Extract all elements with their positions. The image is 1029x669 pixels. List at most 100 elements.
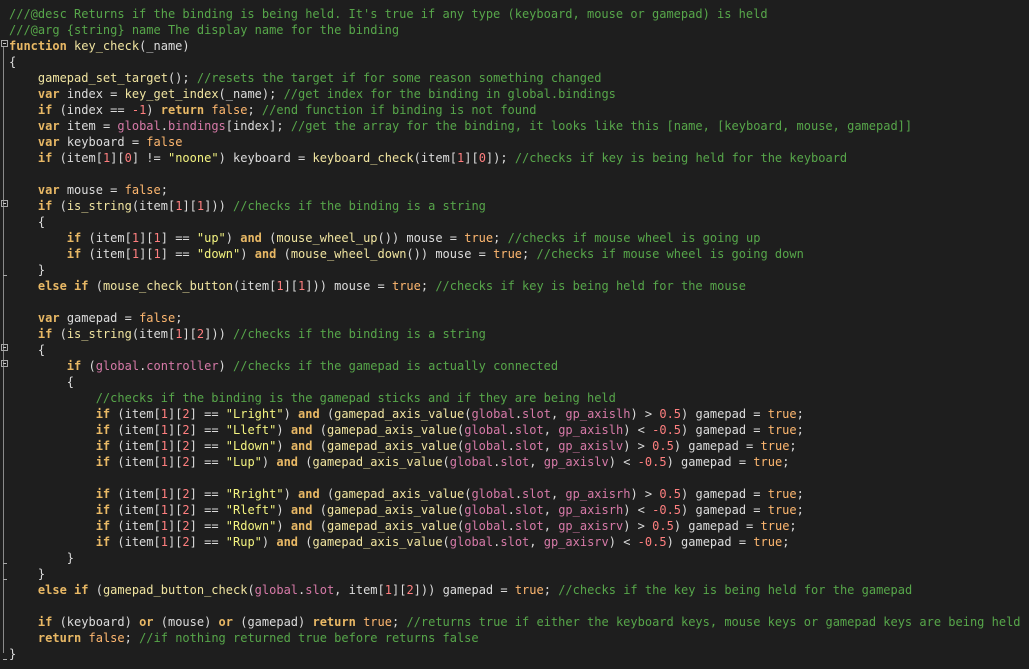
code-token: and — [276, 455, 299, 469]
code-token: (item[ — [110, 519, 161, 533]
code-token: false — [139, 311, 176, 325]
code-token: gamepad_axis_value — [326, 519, 457, 533]
code-token: ( — [52, 327, 67, 341]
code-line[interactable]: if (item[1][2] == "Rright") and (gamepad… — [9, 486, 1029, 502]
code-line[interactable] — [9, 294, 1029, 310]
code-token: if — [95, 519, 111, 533]
code-token: } — [9, 551, 75, 565]
code-line[interactable]: if (keyboard) or (mouse) or (gamepad) re… — [9, 614, 1029, 630]
code-token: ) > — [630, 407, 660, 421]
code-editor[interactable]: ///@desc Returns if the binding is being… — [0, 0, 1029, 669]
code-token: ] == — [189, 423, 226, 437]
code-line[interactable]: } — [9, 566, 1029, 582]
code-token: gp_axislv — [543, 455, 609, 469]
code-token: { — [9, 375, 75, 389]
code-line[interactable]: { — [9, 342, 1029, 358]
code-line[interactable]: } — [9, 550, 1029, 566]
code-token: -0.5 — [652, 503, 682, 517]
code-line[interactable]: if (item[1][1] == "up") and (mouse_wheel… — [9, 230, 1029, 246]
code-line[interactable]: } — [9, 262, 1029, 278]
code-token: ()) mouse = — [377, 231, 465, 245]
code-line[interactable]: ///@desc Returns if the binding is being… — [9, 6, 1029, 22]
code-token: (item[ — [110, 503, 161, 517]
code-line[interactable] — [9, 470, 1029, 486]
code-token: gp_axisrv — [558, 519, 624, 533]
code-line[interactable]: { — [9, 374, 1029, 390]
code-line[interactable]: return false; //if nothing returned true… — [9, 630, 1029, 646]
code-token: ][ — [139, 231, 154, 245]
code-token: 1 — [384, 583, 392, 597]
code-line[interactable]: ///@arg {string} name The display name f… — [9, 22, 1029, 38]
code-token: ) gamepad = — [681, 407, 768, 421]
code-line[interactable]: } — [9, 646, 1029, 662]
code-line[interactable]: if (is_string(item[1][1])) //checks if t… — [9, 198, 1029, 214]
code-line[interactable]: else if (mouse_check_button(item[1][1]))… — [9, 278, 1029, 294]
code-token: //get index for the binding in global.bi… — [283, 87, 616, 101]
code-line[interactable]: if (global.controller) //checks if the g… — [9, 358, 1029, 374]
code-lines[interactable]: ///@desc Returns if the binding is being… — [9, 6, 1029, 662]
code-token: slot — [500, 535, 530, 549]
code-line[interactable]: var mouse = false; — [9, 182, 1029, 198]
code-line[interactable]: if (item[1][2] == "Rup") and (gamepad_ax… — [9, 534, 1029, 550]
code-line[interactable]: { — [9, 54, 1029, 70]
code-token: ] == — [189, 407, 226, 421]
code-token: ; — [789, 439, 797, 453]
code-line[interactable]: var keyboard = false — [9, 134, 1029, 150]
code-token: (keyboard) — [52, 615, 140, 629]
code-token: . — [507, 503, 515, 517]
code-token: //returns true if either the keyboard ke… — [406, 615, 1021, 629]
code-token: . — [507, 423, 515, 437]
code-line[interactable]: { — [9, 214, 1029, 230]
code-token: ; — [782, 535, 790, 549]
fold-gutter — [0, 0, 9, 669]
code-line[interactable]: if (item[1][1] == "down") and (mouse_whe… — [9, 246, 1029, 262]
code-line[interactable]: //checks if the binding is the gamepad s… — [9, 390, 1029, 406]
code-line[interactable]: var gamepad = false; — [9, 310, 1029, 326]
code-line[interactable] — [9, 598, 1029, 614]
code-token: ) — [283, 407, 299, 421]
code-token: gamepad_axis_value — [326, 423, 457, 437]
code-token: ( — [312, 423, 327, 437]
code-line[interactable]: if (item[1][0] != "noone") keyboard = ke… — [9, 150, 1029, 166]
code-line[interactable]: var item = global.bindings[index]; //get… — [9, 118, 1029, 134]
code-line[interactable]: if (item[1][2] == "Rleft") and (gamepad_… — [9, 502, 1029, 518]
code-line[interactable]: if (item[1][2] == "Lright") and (gamepad… — [9, 406, 1029, 422]
code-line[interactable]: else if (gamepad_button_check(global.slo… — [9, 582, 1029, 598]
code-token: ] == — [189, 535, 226, 549]
code-token: ) — [261, 535, 277, 549]
fold-toggle-gamepad-block-icon[interactable] — [1, 344, 8, 351]
code-token: global — [464, 519, 508, 533]
code-line[interactable]: if (item[1][2] == "Lleft") and (gamepad_… — [9, 422, 1029, 438]
fold-toggle-function-icon[interactable] — [1, 40, 8, 47]
code-token: ; — [796, 503, 804, 517]
code-token: and — [298, 407, 320, 421]
code-token: . — [507, 439, 515, 453]
code-line[interactable]: if (item[1][2] == "Lup") and (gamepad_ax… — [9, 454, 1029, 470]
code-line[interactable]: if (item[1][2] == "Ldown") and (gamepad_… — [9, 438, 1029, 454]
code-token: and — [290, 503, 313, 517]
code-line[interactable]: var index = key_get_index(_name); //get … — [9, 86, 1029, 102]
code-line[interactable] — [9, 166, 1029, 182]
code-token: true — [363, 615, 392, 629]
code-token: ( — [247, 583, 255, 597]
code-line[interactable]: if (index == -1) return false; //end fun… — [9, 102, 1029, 118]
code-token: (_name); — [218, 87, 284, 101]
code-token: ) — [276, 423, 291, 437]
code-token: } — [9, 567, 46, 581]
code-token: (item[ — [413, 151, 457, 165]
fold-toggle-controller-block-icon[interactable] — [1, 360, 8, 367]
code-line[interactable]: gamepad_set_target(); //resets the targe… — [9, 70, 1029, 86]
code-line[interactable]: if (item[1][2] == "Rdown") and (gamepad_… — [9, 518, 1029, 534]
code-line[interactable]: function key_check(_name) — [9, 38, 1029, 54]
code-token: ][ — [167, 407, 183, 421]
code-token: 0 — [124, 151, 132, 165]
code-token: ) — [225, 231, 241, 245]
code-line[interactable]: if (is_string(item[1][2])) //checks if t… — [9, 326, 1029, 342]
fold-toggle-mouse-block-icon[interactable] — [1, 200, 8, 207]
fold-end-marker — [3, 275, 7, 276]
code-token: ] == — [189, 519, 226, 533]
code-token: return — [160, 103, 205, 117]
